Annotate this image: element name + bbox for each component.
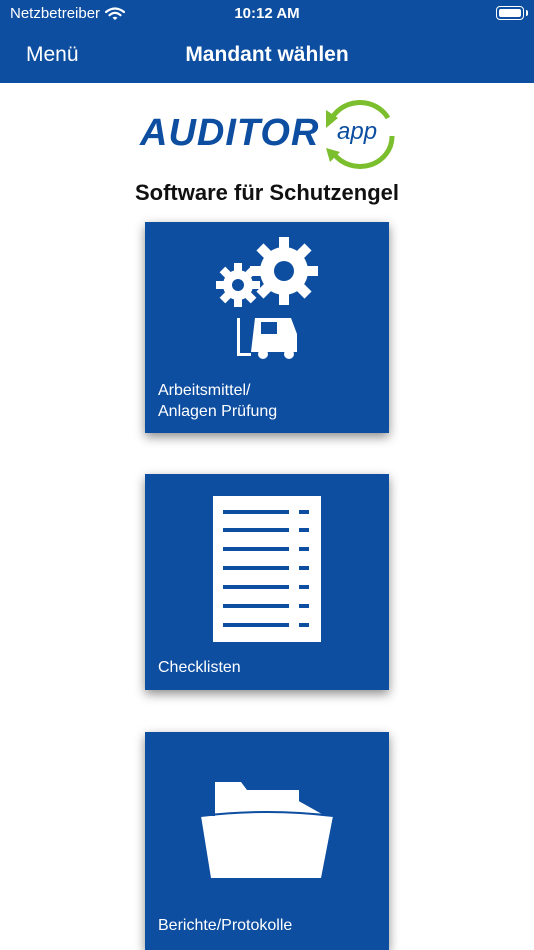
top-bar: Netzbetreiber 10:12 AM Menü Mandant wähl… [0,0,534,83]
tile-checklisten[interactable]: Checklisten [145,474,389,690]
checklist-icon [213,496,321,642]
auditor-app-logo: AUDITOR app [140,96,400,172]
tile-label: Checklisten [158,659,241,676]
tile-label: Arbeitsmittel/ Anlagen Prüfung [158,380,277,422]
gears-forklift-icon [216,237,318,359]
page-title: Mandant wählen [185,43,349,66]
logo-suffix-text: app [337,118,378,145]
tagline: Software für Schutzengel [134,180,400,205]
tile-berichte[interactable]: Berichte/Protokolle [145,732,389,950]
battery-icon [496,6,528,20]
menu-button[interactable]: Menü [26,43,79,67]
folder-icon [200,782,334,878]
tile-label-line2: Anlagen Prüfung [158,403,278,420]
tile-label-line1: Arbeitsmittel/ [158,382,251,399]
logo-main-text: AUDITOR [140,112,320,154]
tile-arbeitsmittel[interactable]: Arbeitsmittel/ Anlagen Prüfung [145,222,389,433]
tile-label: Berichte/Protokolle [158,917,293,934]
status-time: 10:12 AM [234,5,300,22]
